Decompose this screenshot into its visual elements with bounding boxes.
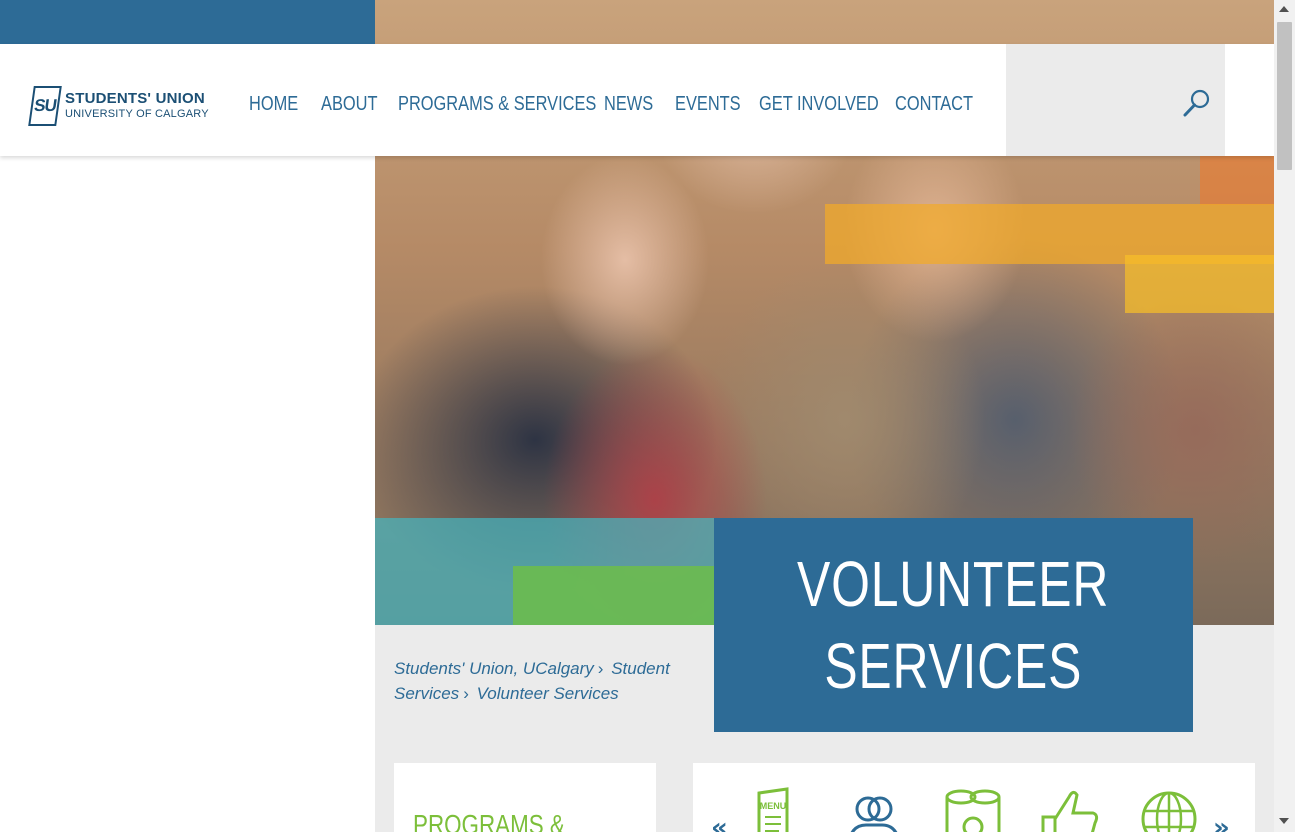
scroll-down-arrow-icon[interactable]: [1279, 818, 1289, 824]
vertical-scrollbar[interactable]: [1274, 0, 1295, 832]
nav-item-about[interactable]: ABOUT: [321, 92, 398, 116]
nav-link-programs-services[interactable]: PROGRAMS & SERVICES: [398, 92, 596, 116]
carousel-prev-icon[interactable]: «: [711, 815, 728, 832]
scroll-up-arrow-icon[interactable]: [1279, 6, 1289, 12]
film-reels-icon[interactable]: [943, 787, 1003, 832]
icon-carousel: « MENU »: [693, 763, 1255, 832]
hero-orange-band: [1200, 155, 1274, 205]
breadcrumb-link-home[interactable]: Students' Union, UCalgary: [394, 659, 594, 678]
programs-card: PROGRAMS &: [394, 763, 656, 832]
page-title-line-2: SERVICES: [824, 630, 1083, 702]
logo-line-2: UNIVERSITY OF CALGARY: [65, 108, 209, 120]
nav-item-contact[interactable]: CONTACT: [895, 92, 975, 116]
nav-link-contact[interactable]: CONTACT: [895, 92, 973, 116]
search-icon[interactable]: [1182, 88, 1212, 118]
thumbs-up-icon[interactable]: [1039, 787, 1099, 832]
su-logo-text: STUDENTS' UNION UNIVERSITY OF CALGARY: [65, 91, 209, 121]
hero-yellow-band: [1125, 255, 1274, 313]
su-logo-mark: SU: [28, 86, 62, 126]
nav-item-home[interactable]: HOME: [249, 92, 321, 116]
search-box[interactable]: [1006, 44, 1225, 156]
programs-card-title: PROGRAMS &: [413, 809, 565, 832]
menu-icon-label: MENU: [760, 801, 787, 811]
nav-link-home[interactable]: HOME: [249, 92, 308, 116]
nav-link-about[interactable]: ABOUT: [321, 92, 384, 116]
site-header: SU STUDENTS' UNION UNIVERSITY OF CALGARY…: [0, 44, 1274, 156]
page-title-box: VOLUNTEER SERVICES: [714, 518, 1193, 732]
su-logo[interactable]: SU STUDENTS' UNION UNIVERSITY OF CALGARY: [28, 86, 209, 126]
nav-item-get-involved[interactable]: GET INVOLVED: [759, 92, 895, 116]
logo-line-1: STUDENTS' UNION: [65, 90, 205, 107]
chevron-right-icon: ›: [463, 684, 469, 703]
nav-item-news[interactable]: NEWS: [604, 92, 675, 116]
scroll-thumb[interactable]: [1277, 22, 1292, 170]
breadcrumb: Students' Union, UCalgary › Student Servi…: [394, 656, 694, 706]
main-nav: HOME ABOUT PROGRAMS & SERVICES NEWS EVEN…: [249, 92, 975, 116]
nav-item-programs-services[interactable]: PROGRAMS & SERVICES: [398, 92, 604, 116]
people-icon[interactable]: [844, 787, 904, 832]
nav-item-events[interactable]: EVENTS: [675, 92, 759, 116]
carousel-next-icon[interactable]: »: [1213, 815, 1230, 832]
breadcrumb-current: Volunteer Services: [476, 684, 619, 703]
globe-icon[interactable]: [1139, 787, 1199, 832]
nav-link-get-involved[interactable]: GET INVOLVED: [759, 92, 879, 116]
menu-icon[interactable]: MENU: [749, 787, 809, 832]
chevron-right-icon: ›: [597, 659, 604, 678]
nav-link-news[interactable]: NEWS: [604, 92, 662, 116]
nav-link-events[interactable]: EVENTS: [675, 92, 744, 116]
page-title-line-1: VOLUNTEER: [797, 548, 1110, 620]
